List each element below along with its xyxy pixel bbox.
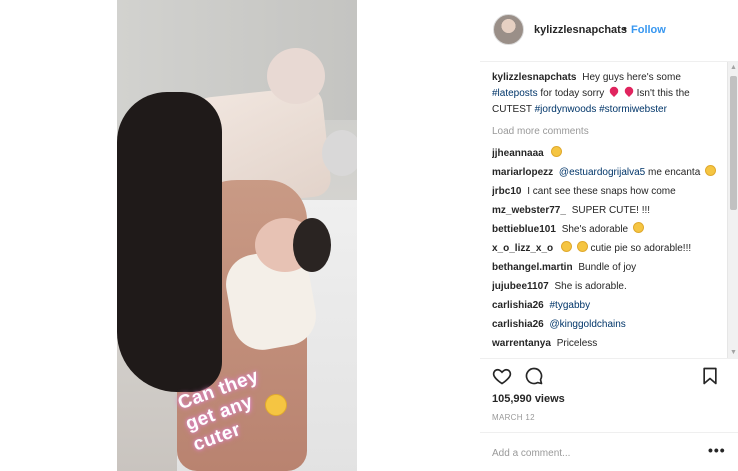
kissing-face-emoji-icon [632,222,644,233]
caption-text-1: Hey guys here's some [582,72,681,83]
mention-link[interactable]: @kinggoldchains [550,319,626,330]
media-person-hair [117,92,222,392]
heart-outline-icon[interactable] [492,366,512,386]
scroll-down-arrow-icon[interactable]: ▼ [728,347,738,358]
hashtag-link[interactable]: #stormiwebster [599,104,667,115]
separator-dot: • [623,23,627,35]
comment-text: She's adorable [561,224,629,235]
load-more-comments-button[interactable]: Load more comments [492,124,724,140]
post-actions [492,366,722,388]
divider [480,358,738,359]
follow-button[interactable]: Follow [631,24,666,36]
comment-username[interactable]: jrbc10 [492,186,521,197]
comment-item: bethangel.martin Bundle of joy [492,260,724,276]
scroll-up-arrow-icon[interactable]: ▲ [728,62,738,73]
comment-item: x_o_lizz_x_o cutie pie so adorable!!! [492,241,724,257]
caption-comment: kylizzlesnapchats Hey guys here's some #… [492,70,724,118]
avatar[interactable] [493,14,524,45]
comment-item: jjheannaaa [492,146,724,162]
hashtag-link[interactable]: #lateposts [492,88,538,99]
header-username[interactable]: kylizzlesnapchats [534,24,627,36]
heart-eyes-emoji-icon [705,165,717,176]
heart-eyes-emoji-icon [551,146,563,157]
media-plush-toy [267,48,325,104]
comment-text: SUPER CUTE! !!! [571,205,651,216]
comment-username[interactable]: mariarlopezz [492,167,553,178]
heart-eyes-emoji-icon [560,241,572,252]
heart-eyes-emoji-icon [576,241,588,252]
caption-text-2: for today sorry [540,88,605,99]
mention-link[interactable]: @estuardogrijalva5 [559,167,645,178]
comment-text: cutie pie so adorable!!! [590,243,692,254]
hashtag-link[interactable]: #jordynwoods [535,104,597,115]
comment-username[interactable]: bettieblue101 [492,224,556,235]
shushing-face-emoji-icon [265,394,287,416]
comment-username[interactable]: bethangel.martin [492,262,573,273]
comment-item: carlishia26 @kinggoldchains [492,317,724,333]
comment-username[interactable]: jjheannaaa [492,148,544,159]
comment-username[interactable]: jujubee1107 [492,281,549,292]
comment-text: me encanta [648,167,701,178]
speech-bubble-icon[interactable] [524,366,544,386]
media-baby-hair [293,218,331,272]
comment-item: jujubee1107 She is adorable. [492,279,724,295]
comment-text: Bundle of joy [578,262,637,273]
comment-username[interactable]: warrentanya [492,338,551,349]
left-gutter [0,0,117,471]
comment-item: bettieblue101 She's adorable [492,222,724,238]
comment-text: She is adorable. [554,281,627,292]
add-comment-bar: ••• [480,432,738,471]
comment-username[interactable]: x_o_lizz_x_o [492,243,553,254]
comments-list[interactable]: kylizzlesnapchats Hey guys here's some #… [492,70,724,358]
comment-item: warrentanya Priceless [492,336,724,352]
comment-item: carlishia26 #tygabby [492,298,724,314]
red-heart-emoji-icon [608,84,621,98]
comment-username[interactable]: carlishia26 [492,319,544,330]
add-comment-input[interactable] [492,445,692,461]
comment-item: mariarlopezz @estuardogrijalva5 me encan… [492,165,724,181]
hashtag-link[interactable]: #tygabby [550,300,591,311]
comment-username[interactable]: carlishia26 [492,300,544,311]
post-date: MARCH 12 [492,413,535,422]
red-heart-emoji-icon [622,84,635,98]
comment-text: Priceless [556,338,598,349]
comment-username[interactable]: mz_webster77_ [492,205,566,216]
comment-item: mz_webster77_ SUPER CUTE! !!! [492,203,724,219]
comment-text: I cant see these snaps how come [527,186,676,197]
bookmark-icon[interactable] [700,366,720,386]
post-header: kylizzlesnapchats • Follow [480,0,738,62]
more-options-icon[interactable]: ••• [708,442,726,458]
comment-item: jrbc10 I cant see these snaps how come [492,184,724,200]
view-count[interactable]: 105,990 views [492,393,565,405]
comments-scrollbar[interactable]: ▲ ▼ [727,62,738,358]
media-plush-toy-2 [322,130,357,176]
post-media[interactable]: Can they get any cuter [117,0,357,471]
caption-username[interactable]: kylizzlesnapchats [492,72,576,83]
scrollbar-thumb[interactable] [730,76,737,210]
